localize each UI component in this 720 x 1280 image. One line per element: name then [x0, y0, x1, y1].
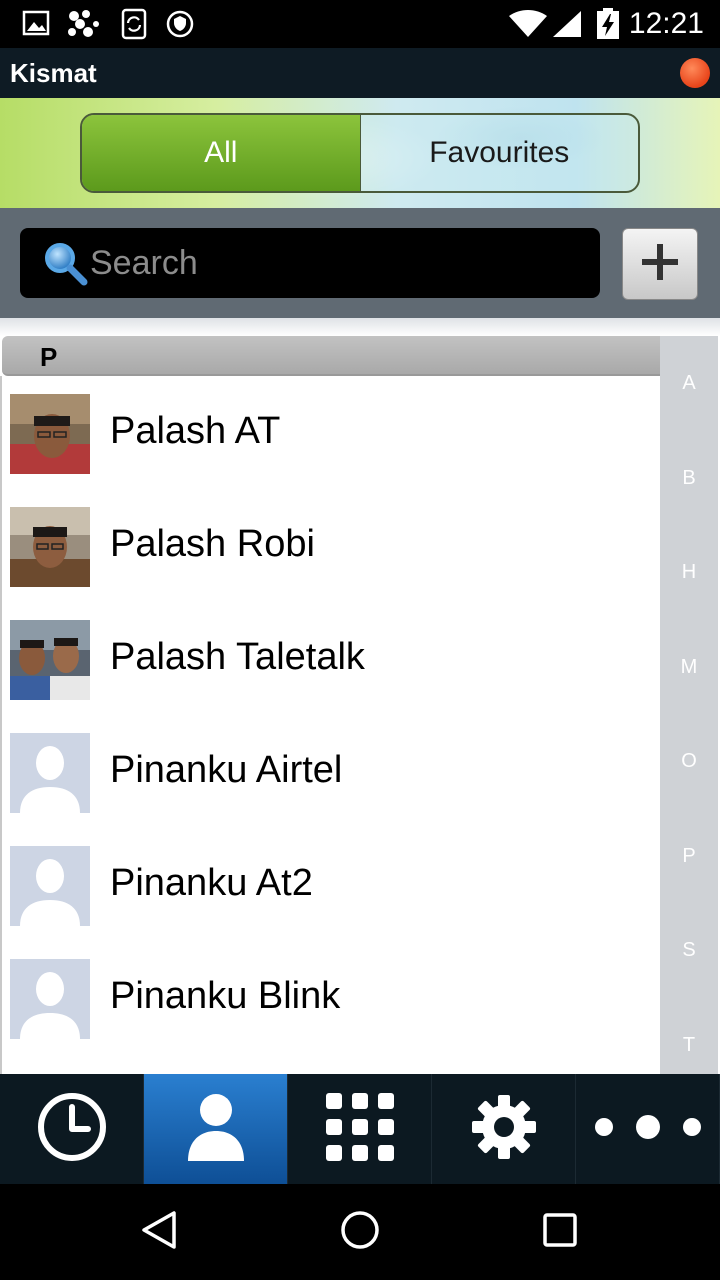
home-icon — [340, 1210, 380, 1255]
alpha-index-letter[interactable]: A — [660, 372, 718, 395]
gear-icon — [470, 1093, 538, 1166]
tab-more[interactable] — [576, 1074, 720, 1184]
tab-recents[interactable] — [0, 1074, 144, 1184]
plus-icon — [640, 242, 680, 287]
default-avatar-icon — [10, 959, 90, 1039]
recents-icon — [540, 1210, 580, 1255]
home-button[interactable] — [336, 1208, 384, 1256]
contact-name: Palash Robi — [110, 523, 315, 565]
tab-contacts[interactable] — [144, 1074, 288, 1184]
search-row — [0, 208, 720, 318]
section-letter: P — [40, 342, 58, 372]
alpha-index-letter[interactable]: P — [660, 845, 718, 868]
segmented-control: All Favourites — [80, 113, 640, 193]
alpha-index-letter[interactable]: O — [660, 750, 718, 773]
segment-header: All Favourites — [0, 98, 720, 208]
more-dots-icon — [594, 1113, 702, 1146]
search-icon — [40, 240, 92, 293]
signal-icon — [552, 10, 582, 43]
section-header: P — [2, 336, 718, 376]
tab-favourites[interactable]: Favourites — [360, 115, 638, 191]
contact-avatar — [10, 507, 90, 587]
contact-row[interactable]: Pinanku Blink — [0, 959, 660, 1072]
kismat-app-icon — [64, 8, 104, 45]
clock-time: 12:21 — [628, 7, 704, 40]
contact-name: Pinanku Blink — [110, 975, 341, 1017]
vpn-shield-icon — [166, 8, 194, 45]
person-icon — [184, 1091, 248, 1168]
clock-icon — [36, 1091, 108, 1168]
alpha-index-letter[interactable]: B — [660, 467, 718, 490]
add-contact-button[interactable] — [622, 228, 698, 300]
contact-row[interactable]: Palash Robi — [0, 507, 660, 620]
contact-row[interactable]: Palash Taletalk — [0, 620, 660, 733]
tab-settings[interactable] — [432, 1074, 576, 1184]
status-bar: 12:21 — [0, 0, 720, 48]
bottom-tab-bar — [0, 1074, 720, 1184]
search-box[interactable] — [20, 228, 600, 298]
contact-row[interactable]: Pinanku Airtel — [0, 733, 660, 846]
image-icon — [22, 8, 50, 43]
search-input[interactable] — [90, 228, 590, 298]
dialpad-icon — [324, 1091, 396, 1168]
sync-icon — [120, 8, 148, 45]
battery-charging-icon — [596, 8, 620, 45]
contact-name: Palash AT — [110, 410, 281, 452]
contact-name: Pinanku At2 — [110, 862, 313, 904]
alpha-index-letter[interactable]: M — [660, 656, 718, 679]
contact-row[interactable]: Pinanku At2 — [0, 846, 660, 959]
presence-status-dot[interactable] — [680, 58, 710, 88]
back-button[interactable] — [136, 1208, 184, 1256]
contact-name: Pinanku Airtel — [110, 749, 343, 791]
tab-all[interactable]: All — [82, 115, 361, 191]
alpha-index-letter[interactable]: H — [660, 561, 718, 584]
back-icon — [140, 1210, 180, 1255]
default-avatar-icon — [10, 846, 90, 926]
contact-avatar — [10, 394, 90, 474]
default-avatar-icon — [10, 733, 90, 813]
app-titlebar: Kismat — [0, 48, 720, 98]
system-nav-bar — [0, 1184, 720, 1280]
tab-dialpad[interactable] — [288, 1074, 432, 1184]
wifi-icon — [508, 10, 548, 43]
list-top-fade — [0, 318, 720, 336]
alphabet-index[interactable]: A B H M O P S T — [660, 336, 718, 1074]
alpha-index-letter[interactable]: T — [660, 1034, 718, 1057]
app-title: Kismat — [10, 58, 97, 88]
recents-button[interactable] — [536, 1208, 584, 1256]
contact-avatar — [10, 620, 90, 700]
alpha-index-letter[interactable]: S — [660, 939, 718, 962]
contact-name: Palash Taletalk — [110, 636, 365, 678]
contact-row[interactable]: Palash AT — [0, 394, 660, 507]
contact-list[interactable]: P Palash AT Palash Robi Palash Taletalk … — [0, 318, 720, 1074]
